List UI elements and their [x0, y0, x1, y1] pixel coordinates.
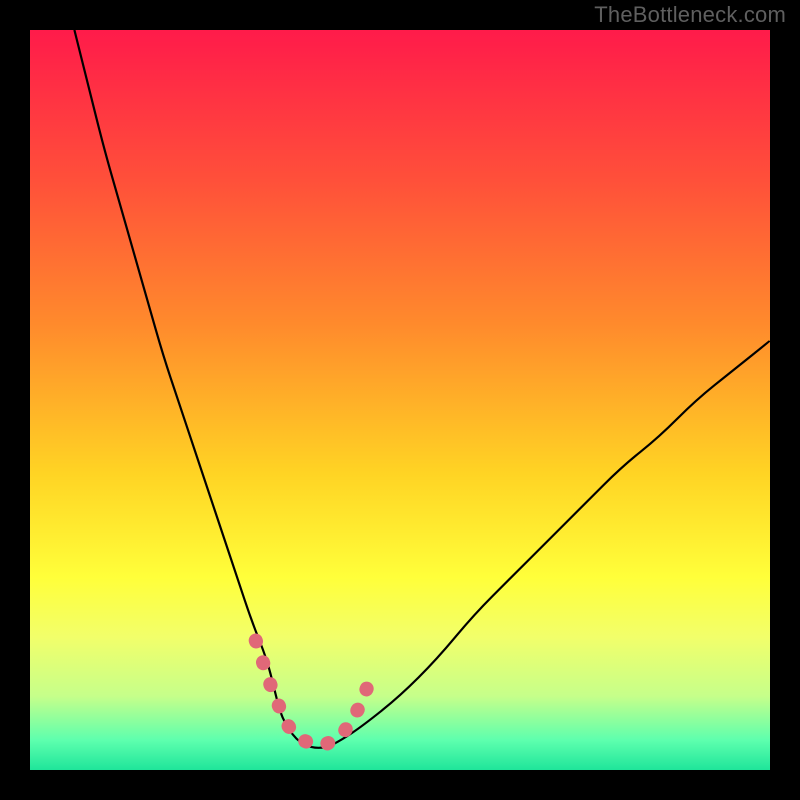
source-attribution: TheBottleneck.com	[594, 2, 786, 28]
chart-frame: TheBottleneck.com	[0, 0, 800, 800]
bottleneck-plot	[30, 30, 770, 770]
gradient-background	[30, 30, 770, 770]
